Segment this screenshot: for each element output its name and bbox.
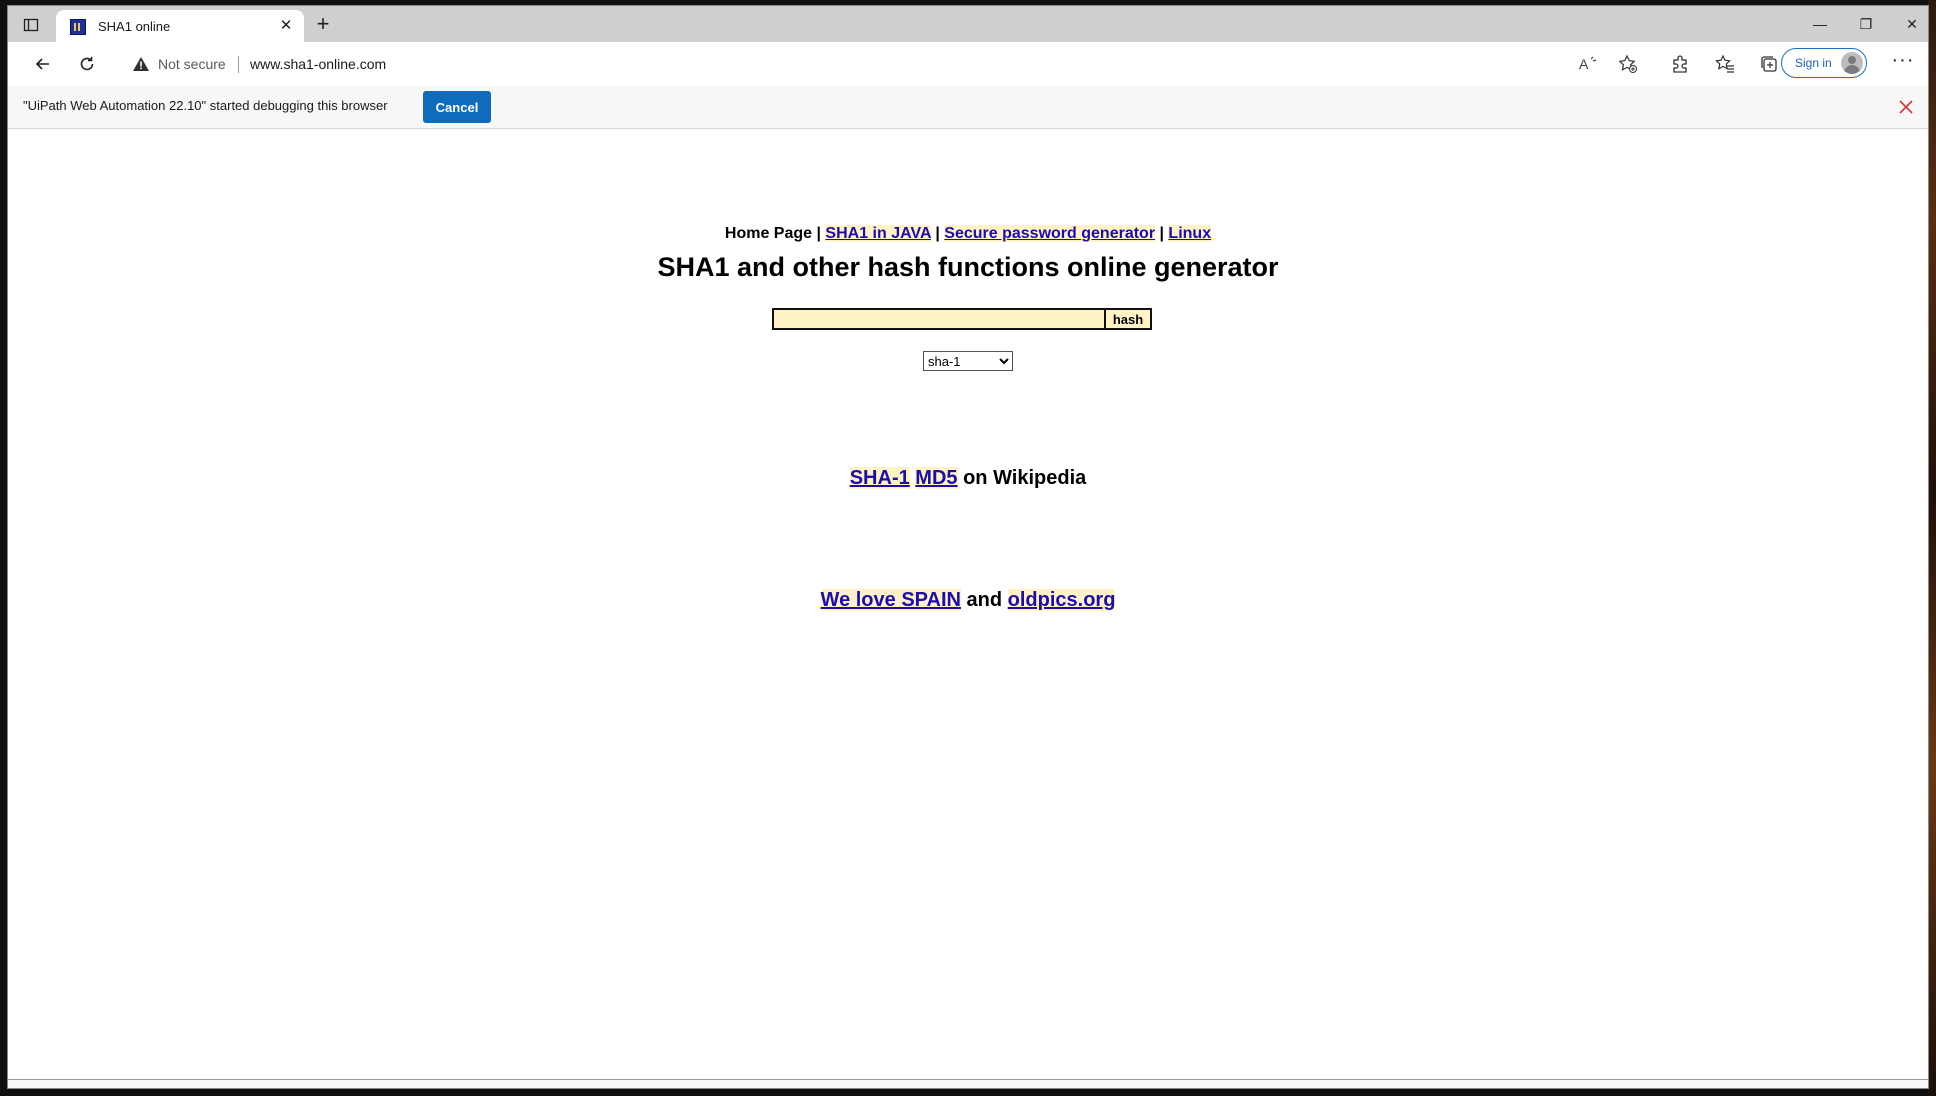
settings-more-button[interactable]: ··· (1888, 50, 1918, 78)
tab-actions-button[interactable] (18, 12, 44, 38)
extensions-icon (1673, 55, 1687, 73)
url-text[interactable]: www.sha1-online.com (250, 56, 386, 72)
new-tab-button[interactable]: + (310, 12, 336, 38)
tab-actions-icon (23, 18, 39, 32)
warning-icon (133, 57, 149, 71)
collections-icon (1761, 56, 1777, 72)
sign-in-button[interactable]: Sign in (1781, 48, 1867, 78)
close-window-button[interactable]: ✕ (1892, 10, 1928, 38)
debugging-infobar: "UiPath Web Automation 22.10" started de… (8, 86, 1928, 129)
browser-window: SHA1 online ✕ + — ❐ ✕ Not secure www.sha… (8, 6, 1928, 1088)
hash-button[interactable]: hash (1104, 308, 1152, 330)
add-favorite-icon (1618, 54, 1637, 73)
tab-title: SHA1 online (98, 19, 171, 34)
refresh-button[interactable] (72, 50, 102, 78)
close-infobar-icon[interactable] (1895, 96, 1917, 118)
wikipedia-links: SHA-1 MD5 on Wikipedia (8, 467, 1928, 490)
read-aloud-icon: A (1579, 56, 1597, 72)
extensions-button[interactable] (1667, 51, 1693, 77)
link-we-love-spain[interactable]: We love SPAIN (820, 589, 961, 611)
tab-strip: SHA1 online ✕ + — ❐ ✕ (8, 6, 1928, 42)
back-button[interactable] (28, 50, 58, 78)
tab-sha1-online[interactable]: SHA1 online ✕ (56, 10, 304, 42)
hash-form: hash (772, 308, 1162, 332)
nav-link-linux[interactable]: Linux (1168, 225, 1212, 242)
link-md5-wikipedia[interactable]: MD5 (915, 467, 958, 489)
top-navigation: Home Page | SHA1 in JAVA | Secure passwo… (8, 225, 1928, 243)
desktop-background-strip (1928, 0, 1936, 1096)
promo-and-text: and (960, 589, 1008, 611)
address-bar[interactable]: Not secure www.sha1-online.com (118, 48, 1608, 80)
favorites-button[interactable] (1712, 51, 1738, 77)
nav-separator: | (930, 225, 945, 242)
add-favorite-button[interactable] (1615, 51, 1641, 77)
promo-links: We love SPAIN and oldpics.org (8, 589, 1928, 612)
avatar-icon (1841, 52, 1863, 74)
nav-link-sha1-java[interactable]: SHA1 in JAVA (825, 225, 931, 242)
infobar-message: "UiPath Web Automation 22.10" started de… (23, 98, 388, 113)
hash-text-input[interactable] (772, 308, 1106, 330)
nav-link-password-generator[interactable]: Secure password generator (944, 225, 1156, 242)
restore-button[interactable]: ❐ (1846, 10, 1886, 38)
window-bottom-edge (8, 1079, 1928, 1088)
security-status[interactable]: Not secure (158, 56, 226, 72)
svg-text:A: A (1579, 56, 1589, 72)
page-title: SHA1 and other hash functions online gen… (657, 252, 1279, 282)
read-aloud-button[interactable]: A (1576, 51, 1602, 77)
site-favicon-icon (70, 19, 86, 35)
web-page: Home Page | SHA1 in JAVA | Secure passwo… (8, 129, 1928, 1079)
favorites-icon (1715, 54, 1734, 73)
back-arrow-icon (35, 58, 49, 70)
minimize-button[interactable]: — (1800, 10, 1840, 38)
wikipedia-suffix: on Wikipedia (957, 467, 1087, 489)
link-sha1-wikipedia[interactable]: SHA-1 (849, 467, 910, 489)
cancel-debugging-button[interactable]: Cancel (423, 91, 491, 123)
sign-in-label: Sign in (1795, 56, 1832, 70)
refresh-icon (80, 57, 94, 71)
nav-home-page: Home Page (724, 225, 813, 242)
nav-separator: | (812, 225, 826, 242)
browser-toolbar: Not secure www.sha1-online.com A Sign in… (8, 42, 1928, 87)
collections-button[interactable] (1756, 51, 1782, 77)
algorithm-select[interactable]: sha-1 (923, 351, 1013, 371)
tab-close-icon[interactable]: ✕ (276, 16, 296, 36)
link-oldpics[interactable]: oldpics.org (1007, 589, 1116, 611)
address-separator (238, 56, 239, 73)
nav-separator: | (1155, 225, 1169, 242)
